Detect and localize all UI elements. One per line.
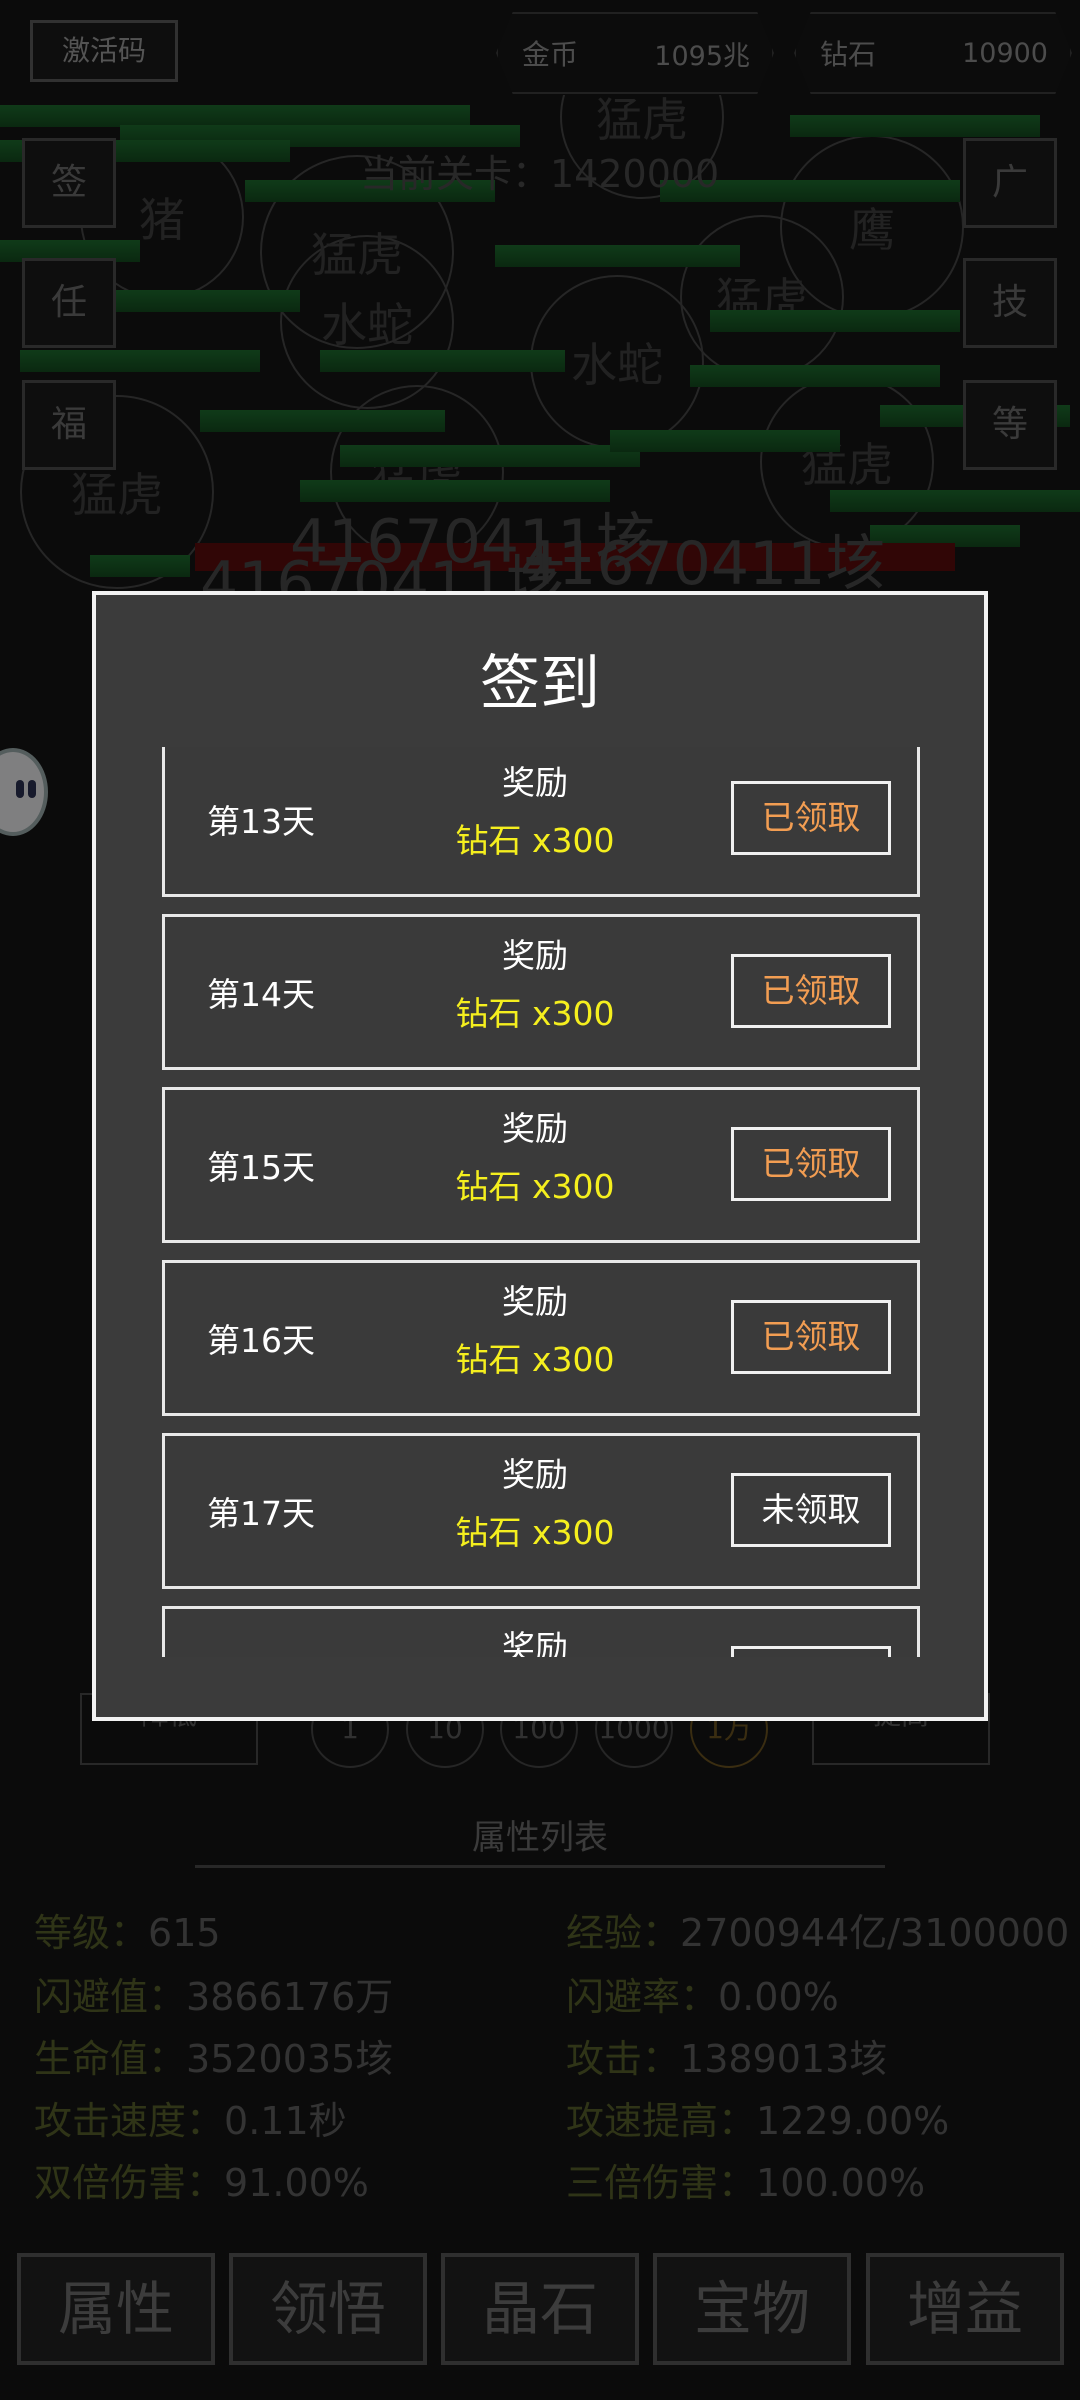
signin-row: 第14天 奖励 钻石 x300 已领取 [162,914,920,1070]
claim-button[interactable]: 已领取 [731,781,891,855]
claim-button[interactable]: 已领取 [731,1127,891,1201]
signin-row: 奖励 [162,1606,920,1657]
dialog-title: 签到 [480,649,600,719]
signin-list[interactable]: 第13天 奖励 钻石 x300 已领取 第14天 奖励 钻石 x300 已领取 … [162,747,920,1657]
claim-button[interactable] [731,1646,891,1657]
signin-row: 第13天 奖励 钻石 x300 已领取 [162,747,920,897]
signin-row: 第15天 奖励 钻石 x300 已领取 [162,1087,920,1243]
signin-dialog: 签到 第13天 奖励 钻石 x300 已领取 第14天 奖励 钻石 x300 已… [92,591,988,1721]
claim-button[interactable]: 未领取 [731,1473,891,1547]
claim-button[interactable]: 已领取 [731,954,891,1028]
claim-button[interactable]: 已领取 [731,1300,891,1374]
signin-row: 第17天 奖励 钻石 x300 未领取 [162,1433,920,1589]
signin-row: 第16天 奖励 钻石 x300 已领取 [162,1260,920,1416]
